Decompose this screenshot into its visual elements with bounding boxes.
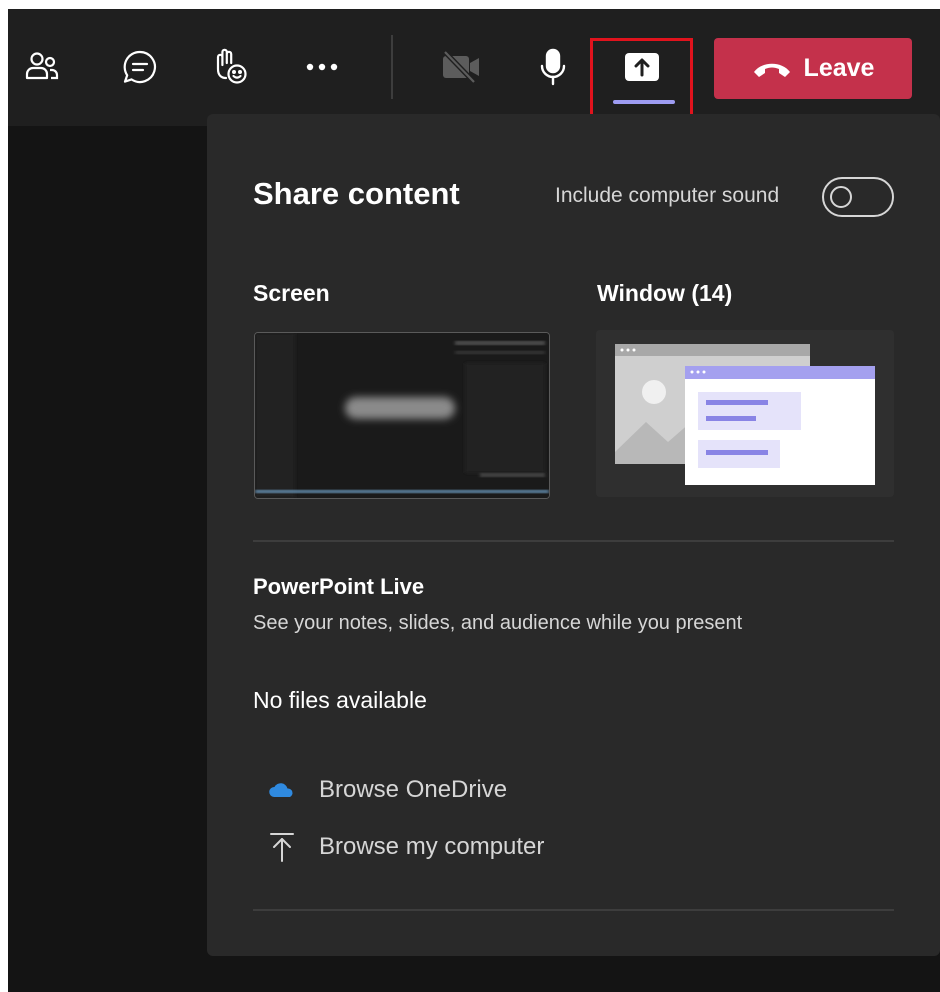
chat-button[interactable] [114,39,166,95]
no-files-message: No files available [253,687,427,713]
browse-computer-label: Browse my computer [319,833,545,860]
browse-computer-link[interactable]: Browse my computer [267,827,544,867]
share-content-panel: Share content Include computer sound Scr… [207,114,940,956]
reactions-icon [216,48,247,84]
onedrive-cloud-icon [267,782,297,798]
powerpoint-live-description: See your notes, slides, and audience whi… [253,612,743,634]
include-sound-toggle[interactable] [822,177,894,217]
window-illustration [596,330,894,497]
toolbar-separator [391,35,393,99]
toggle-knob [830,186,852,208]
camera-off-icon [443,50,479,84]
upload-icon [267,831,297,863]
leave-button[interactable]: Leave [714,38,912,99]
participants-button[interactable] [16,39,68,95]
share-button-highlight [590,38,693,119]
screen-section-label: Screen [253,280,330,306]
leave-button-label: Leave [803,54,875,82]
powerpoint-live-title: PowerPoint Live [253,574,425,599]
screen-share-thumbnail[interactable] [254,332,550,499]
chat-icon [123,50,156,84]
screen-preview-image [255,333,549,498]
window-share-thumbnail[interactable] [596,330,894,497]
section-divider [253,540,894,542]
hang-up-icon [753,63,790,77]
more-options-icon [306,63,338,71]
meeting-window: Leave Share content Include computer sou… [8,9,940,992]
include-sound-label: Include computer sound [555,184,780,207]
microphone-button[interactable] [527,39,579,95]
people-icon [25,52,59,80]
browse-onedrive-link[interactable]: Browse OneDrive [267,770,507,810]
browse-onedrive-label: Browse OneDrive [319,776,508,803]
reactions-button[interactable] [204,39,256,95]
window-section-label: Window (14) [597,280,733,306]
meeting-toolbar: Leave [8,9,940,126]
section-divider [253,909,894,911]
panel-title: Share content [253,176,460,211]
microphone-icon [540,48,566,86]
more-options-button[interactable] [296,39,348,95]
camera-toggle-button[interactable] [435,39,487,95]
